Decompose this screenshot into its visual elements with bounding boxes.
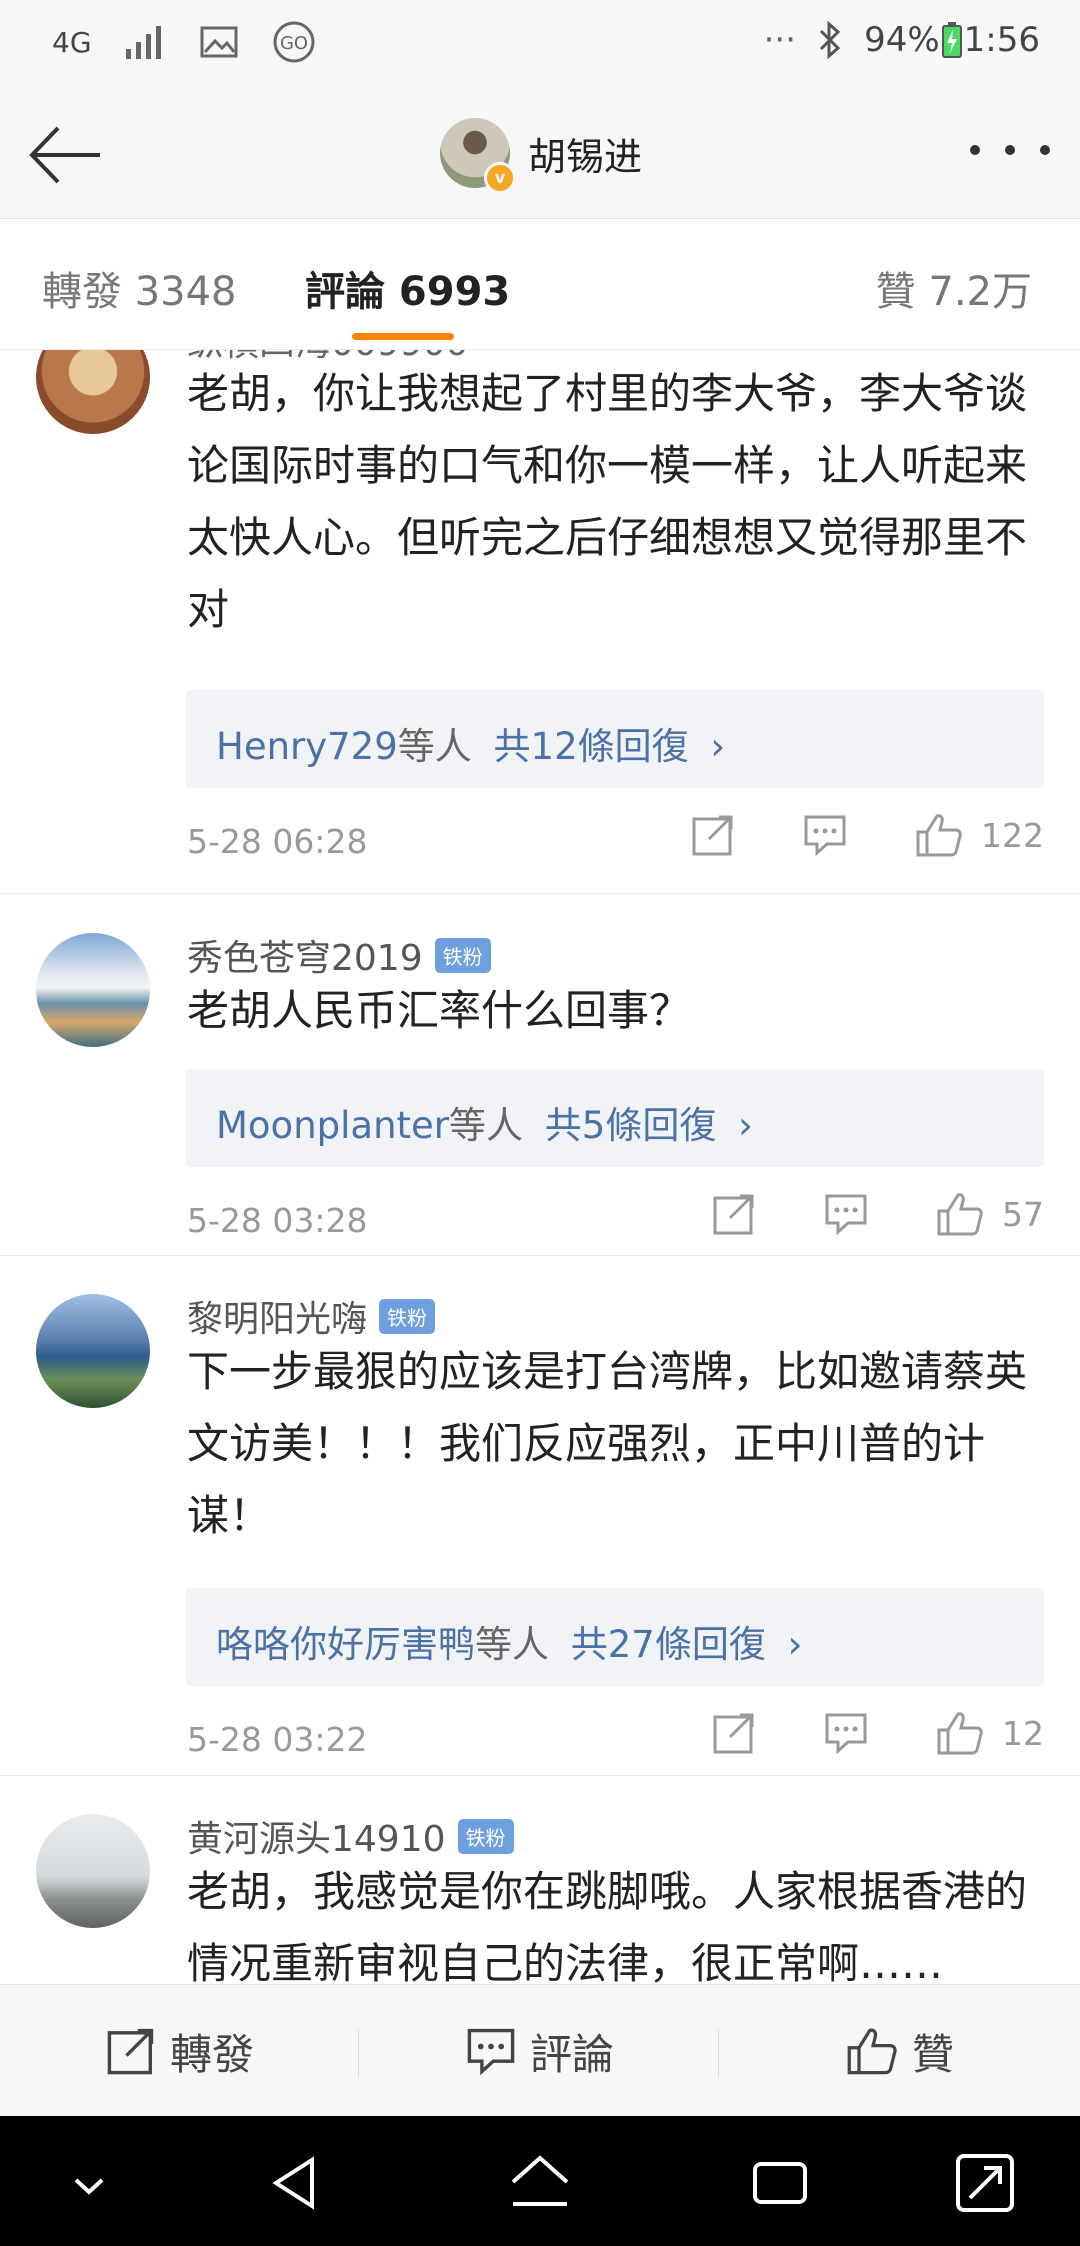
fan-badge: 铁粉 <box>379 1298 436 1334</box>
comment-item: 纵横四海009900 老胡，你让我想起了村里的李大爷，李大爷谈论国际时事的口气和… <box>0 350 1080 894</box>
network-indicator: 4G <box>52 25 92 59</box>
chevron-right-icon: › <box>787 1623 803 1666</box>
reply-count[interactable]: 共27條回復 <box>571 1623 766 1666</box>
reply-summary[interactable]: Moonplanter等人 共5條回復 › <box>186 1069 1044 1167</box>
more-options-icon[interactable] <box>970 130 1050 170</box>
like-button[interactable]: 12 <box>936 1710 1044 1756</box>
chevron-right-icon: › <box>710 725 726 768</box>
collapse-nav-icon[interactable] <box>54 2148 124 2218</box>
status-bar: 4G GO ··· 94% 1:56 <box>0 0 1080 90</box>
comment-text: 下一步最狠的应该是打台湾牌，比如邀请蔡英文访美！！！我们反应强烈，正中川普的计谋… <box>187 1347 1028 1540</box>
thumbs-up-icon <box>937 1712 983 1755</box>
reply-users[interactable]: 咯咯你好厉害鸭 <box>216 1623 475 1666</box>
share-icon[interactable] <box>712 1192 756 1236</box>
comment-time: 5-28 03:22 <box>187 1720 368 1759</box>
signal-icon <box>125 26 161 59</box>
reply-count[interactable]: 共5條回復 <box>545 1104 717 1147</box>
user-name[interactable]: 胡锡进 <box>528 126 642 181</box>
comment-text: 老胡，你让我想起了村里的李大爷，李大爷谈论国际时事的口气和你一模一样，让人听起来… <box>187 369 1028 634</box>
profile-header[interactable]: v 胡锡进 <box>440 118 642 194</box>
thumbs-up-icon <box>937 1193 983 1236</box>
comment-time: 5-28 06:28 <box>187 822 368 861</box>
comment-author[interactable]: 黎明阳光嗨 铁粉 <box>187 1290 436 1342</box>
system-nav-bar <box>0 2116 1080 2246</box>
reply-summary[interactable]: 咯咯你好厉害鸭等人 共27條回復 › <box>186 1588 1044 1686</box>
reply-icon[interactable] <box>824 1712 868 1754</box>
expand-nav-icon[interactable] <box>950 2148 1020 2218</box>
reply-mid-label: 等人 <box>397 725 472 768</box>
active-tab-indicator <box>352 333 454 340</box>
comment-item: 秀色苍穹2019 铁粉 老胡人民币汇率什么回事？ Moonplanter等人 共… <box>0 893 1080 1256</box>
fan-badge: 铁粉 <box>457 1818 514 1854</box>
share-icon[interactable] <box>691 813 735 857</box>
comment-label: 評論 <box>529 2029 614 2079</box>
repost-button[interactable]: 轉發 <box>0 1985 360 2117</box>
back-arrow-icon <box>29 126 100 184</box>
tab-repost[interactable]: 轉發 3348 <box>42 259 237 317</box>
tab-comment[interactable]: 評論 6993 <box>305 259 510 317</box>
comment-button[interactable]: 評論 <box>360 1985 720 2117</box>
reply-mid-label: 等人 <box>449 1104 524 1147</box>
reply-summary[interactable]: Henry729等人 共12條回復 › <box>186 690 1044 788</box>
status-dots: ··· <box>763 20 797 60</box>
comment-text: 老胡人民币汇率什么回事？ <box>187 986 692 1035</box>
back-nav-icon[interactable] <box>262 2148 332 2218</box>
reply-count[interactable]: 共12條回復 <box>494 725 689 768</box>
share-icon <box>107 2028 154 2075</box>
back-button[interactable] <box>28 120 104 190</box>
fan-badge: 铁粉 <box>434 937 491 973</box>
avatar[interactable] <box>36 1814 150 1928</box>
like-button[interactable]: 122 <box>915 812 1044 858</box>
comment-item: 黄河源头14910 铁粉 老胡，我感觉是你在跳脚哦。人家根据香港的情况重新审视自… <box>0 1776 1080 1984</box>
repost-label: 轉發 <box>169 2029 254 2079</box>
comment-list[interactable]: 纵横四海009900 老胡，你让我想起了村里的李大爷，李大爷谈论国际时事的口气和… <box>0 350 1080 1984</box>
share-icon[interactable] <box>712 1711 756 1755</box>
title-bar: v 胡锡进 <box>0 90 1080 219</box>
tab-like[interactable]: 贊 7.2万 <box>876 259 1032 317</box>
comment-time: 5-28 03:28 <box>187 1201 368 1240</box>
clock: 1:56 <box>963 20 1040 60</box>
tab-bar: 轉發 3348 評論 6993 贊 7.2万 <box>0 219 1080 350</box>
like-label: 贊 <box>911 2029 954 2079</box>
image-icon <box>200 26 238 58</box>
thumbs-up-icon <box>916 814 962 857</box>
like-count: 57 <box>1002 1194 1044 1234</box>
avatar[interactable] <box>36 350 150 434</box>
like-count: 122 <box>981 815 1044 855</box>
reply-users[interactable]: Moonplanter <box>216 1104 449 1147</box>
reply-users[interactable]: Henry729 <box>216 725 398 768</box>
bluetooth-icon <box>820 21 841 59</box>
comment-item: 黎明阳光嗨 铁粉 下一步最狠的应该是打台湾牌，比如邀请蔡英文访美！！！我们反应强… <box>0 1256 1080 1776</box>
thumbs-up-icon <box>847 2028 897 2075</box>
go-icon: GO <box>273 21 315 63</box>
avatar[interactable] <box>36 933 150 1047</box>
reply-mid-label: 等人 <box>475 1623 549 1666</box>
verified-badge: v <box>484 162 516 194</box>
comment-author[interactable]: 黄河源头14910 铁粉 <box>187 1810 514 1862</box>
comment-icon <box>467 2028 515 2075</box>
recents-nav-icon[interactable] <box>745 2148 815 2218</box>
comment-text: 老胡，我感觉是你在跳脚哦。人家根据香港的情况重新审视自己的法律，很正常啊…… <box>187 1867 1028 1984</box>
like-count: 12 <box>1002 1713 1044 1753</box>
bottom-action-bar: 轉發 評論 贊 <box>0 1984 1080 2117</box>
avatar[interactable]: v <box>440 118 516 194</box>
comment-author[interactable]: 秀色苍穹2019 铁粉 <box>187 929 491 981</box>
home-nav-icon[interactable] <box>505 2148 575 2218</box>
avatar[interactable] <box>36 1294 150 1408</box>
like-button[interactable]: 57 <box>936 1191 1044 1237</box>
battery-icon <box>941 22 962 58</box>
reply-icon[interactable] <box>803 814 847 856</box>
svg-text:GO: GO <box>279 33 307 54</box>
reply-icon[interactable] <box>824 1193 868 1235</box>
battery-percent: 94% <box>864 20 940 60</box>
like-button[interactable]: 贊 <box>720 1985 1080 2117</box>
chevron-right-icon: › <box>738 1104 753 1147</box>
